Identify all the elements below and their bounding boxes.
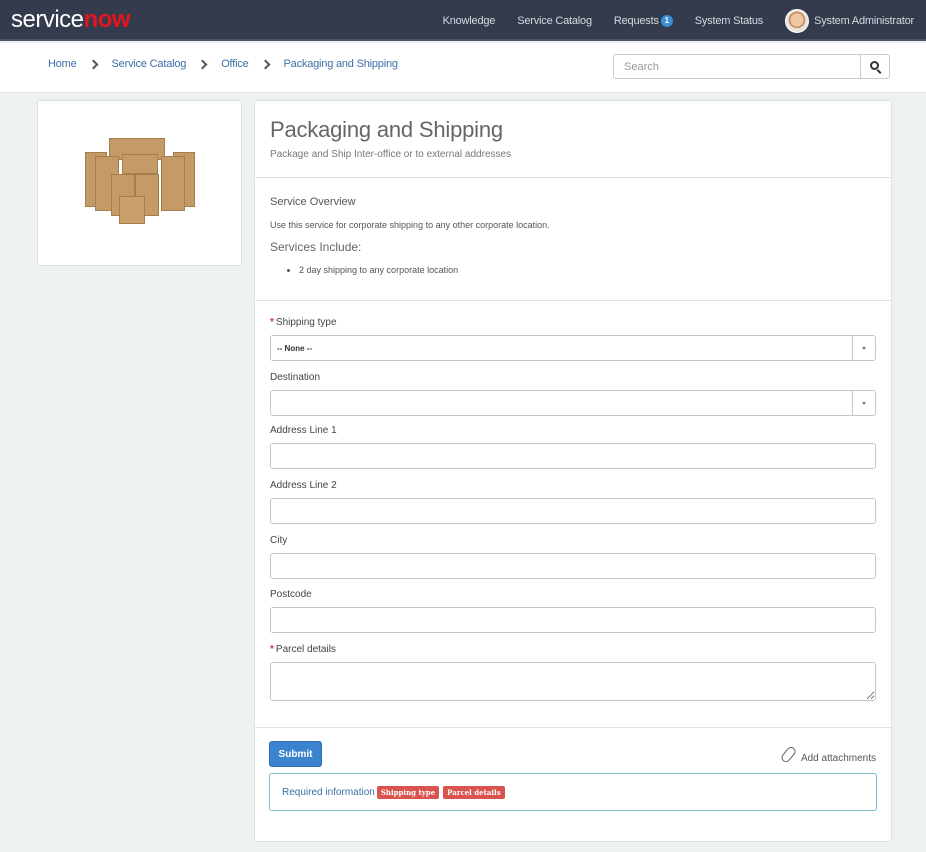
- search-button[interactable]: [861, 54, 890, 79]
- breadcrumb-service-catalog[interactable]: Service Catalog: [112, 58, 187, 70]
- breadcrumb-home[interactable]: Home: [48, 58, 77, 70]
- user-menu[interactable]: System Administrator: [785, 8, 914, 33]
- breadcrumb: Home Service Catalog Office Packaging an…: [48, 58, 398, 70]
- overview-text: Use this service for corporate shipping …: [270, 220, 550, 230]
- destination-select[interactable]: [270, 390, 876, 416]
- overview-heading: Service Overview: [270, 196, 356, 208]
- nav-system-status[interactable]: System Status: [695, 15, 764, 27]
- catalog-item-card: Packaging and Shipping Package and Ship …: [254, 100, 892, 842]
- search-icon-handle: [876, 69, 882, 74]
- nav-knowledge[interactable]: Knowledge: [443, 15, 496, 27]
- main-nav: Knowledge Service Catalog Requests 1 Sys…: [443, 0, 926, 41]
- user-name: System Administrator: [814, 14, 914, 27]
- breadcrumb-current[interactable]: Packaging and Shipping: [284, 58, 398, 70]
- chevron-right-icon: [260, 59, 270, 69]
- dropdown-toggle[interactable]: [852, 336, 875, 360]
- logo-text-now: now: [83, 6, 131, 33]
- parcel-details-textarea[interactable]: [270, 662, 876, 701]
- required-marker: *: [270, 644, 274, 655]
- city-label: City: [270, 535, 288, 546]
- destination-label: Destination: [270, 372, 321, 383]
- box-shape: [122, 154, 158, 174]
- add-attachments-label: Add attachments: [800, 753, 876, 764]
- parcel-details-label: * Parcel details: [270, 644, 336, 655]
- breadcrumb-bar: Home Service Catalog Office Packaging an…: [0, 43, 926, 93]
- address-line-1-label: Address Line 1: [270, 425, 337, 436]
- nav-service-catalog[interactable]: Service Catalog: [517, 15, 592, 27]
- page-title: Packaging and Shipping: [270, 117, 503, 142]
- search-box: [613, 54, 890, 79]
- postcode-input[interactable]: [270, 607, 876, 633]
- servicenow-logo[interactable]: servicenow: [11, 6, 131, 34]
- chevron-down-icon: [862, 346, 866, 350]
- chevron-down-icon: [862, 401, 866, 405]
- shipping-type-label: * Shipping type: [270, 317, 337, 328]
- required-information-label: Required information: [282, 786, 375, 798]
- chevron-right-icon: [88, 59, 98, 69]
- nav-requests[interactable]: Requests 1: [613, 14, 673, 27]
- required-tag-parcel-details: Parcel details: [443, 785, 505, 799]
- top-navbar: servicenow Knowledge Service Catalog Req…: [0, 0, 926, 41]
- page-subtitle: Package and Ship Inter-office or to exte…: [270, 149, 512, 160]
- submit-button[interactable]: Submit: [269, 741, 322, 767]
- divider: [255, 177, 891, 178]
- address-line-2-label: Address Line 2: [270, 480, 337, 491]
- shipping-type-select[interactable]: -- None --: [270, 335, 876, 361]
- box-shape: [119, 196, 145, 224]
- search-input[interactable]: [613, 54, 861, 79]
- boxes-image: [85, 138, 195, 228]
- divider: [255, 727, 891, 728]
- divider: [255, 300, 891, 301]
- parcel-details-label-text: Parcel details: [275, 644, 336, 655]
- shipping-type-label-text: Shipping type: [275, 317, 337, 328]
- dropdown-toggle[interactable]: [852, 391, 875, 415]
- catalog-item-image-card: [37, 100, 242, 266]
- logo-text-service: service: [11, 6, 84, 33]
- chevron-right-icon: [197, 59, 208, 69]
- list-item: 2 day shipping to any corporate location: [299, 265, 458, 275]
- required-marker: *: [270, 317, 274, 328]
- required-tag-shipping-type: Shipping type: [376, 785, 440, 799]
- paperclip-icon: [779, 745, 798, 764]
- shipping-type-value: -- None --: [277, 343, 313, 353]
- avatar: [785, 8, 810, 33]
- required-information-panel: Required information Shipping type Parce…: [269, 773, 877, 811]
- breadcrumb-office[interactable]: Office: [221, 58, 249, 70]
- nav-requests-label: Requests: [613, 14, 659, 27]
- includes-heading: Services Include:: [270, 240, 362, 254]
- address-line-2-input[interactable]: [270, 498, 876, 524]
- add-attachments-link[interactable]: Add attachments: [779, 745, 876, 764]
- includes-list: 2 day shipping to any corporate location: [299, 265, 458, 275]
- postcode-label: Postcode: [270, 589, 312, 600]
- city-input[interactable]: [270, 553, 876, 579]
- address-line-1-input[interactable]: [270, 443, 876, 469]
- requests-count-badge: 1: [660, 14, 673, 27]
- box-shape: [161, 156, 185, 211]
